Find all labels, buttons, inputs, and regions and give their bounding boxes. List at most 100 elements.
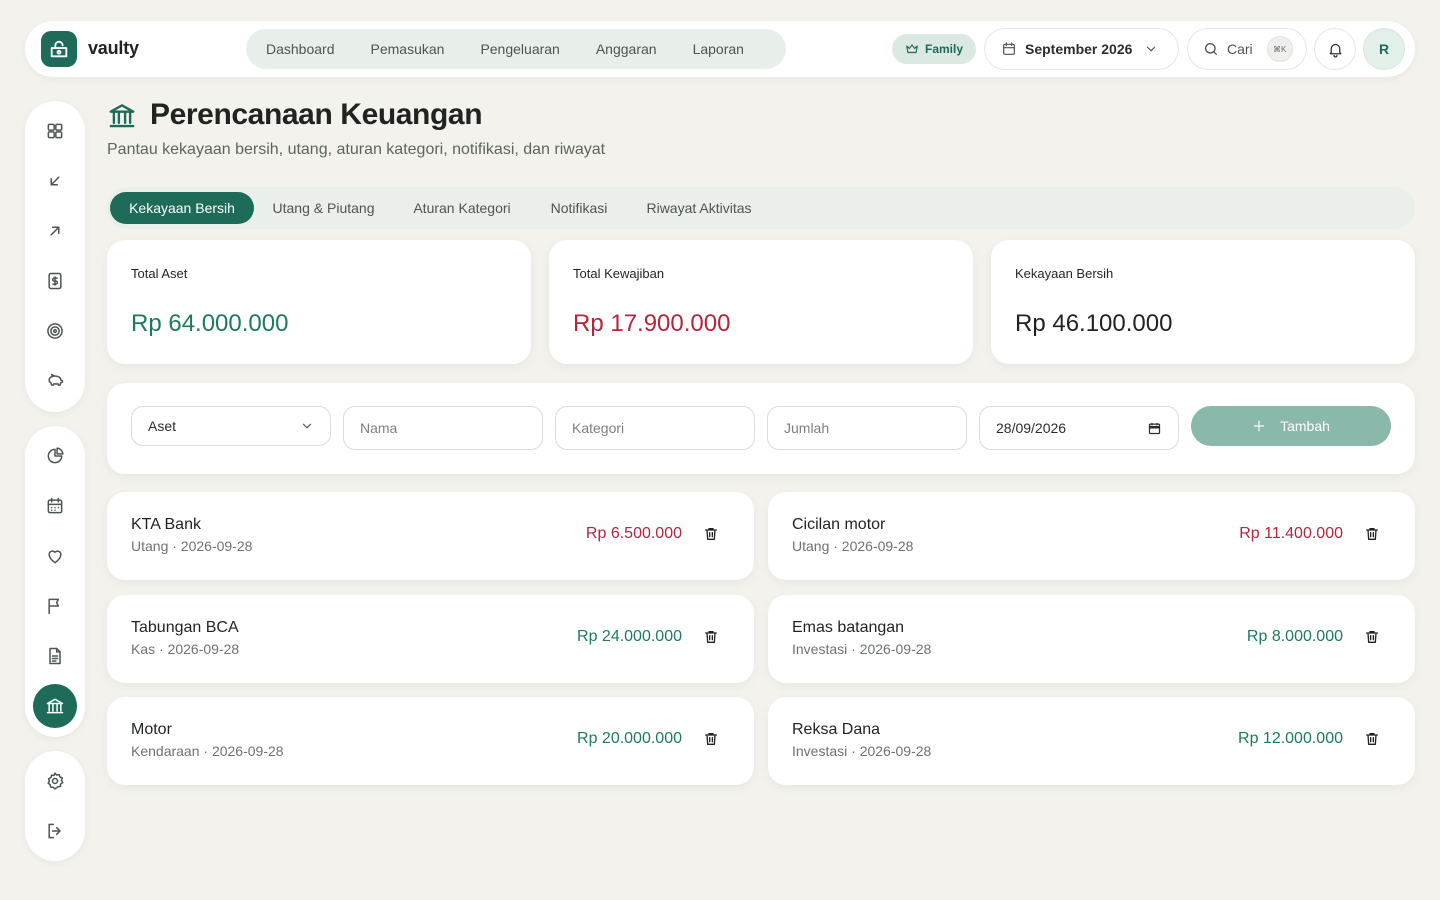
tab-net-worth[interactable]: Kekayaan Bersih	[110, 192, 254, 224]
item-meta: Utang · 2026-09-28	[131, 538, 253, 554]
grid-icon	[45, 121, 65, 141]
trash-icon[interactable]	[702, 525, 720, 543]
dollar-note-icon	[45, 271, 65, 291]
sidebar-item-transactions[interactable]	[33, 259, 77, 303]
summary-label: Total Kewajiban	[573, 266, 665, 281]
sidebar-item-dashboard[interactable]	[33, 109, 77, 153]
trash-icon[interactable]	[1363, 525, 1381, 543]
sidebar-item-reports[interactable]	[33, 434, 77, 478]
chevron-down-icon	[1144, 42, 1158, 56]
list-item: Cicilan motor Utang · 2026-09-28 Rp 11.4…	[768, 492, 1415, 580]
avatar[interactable]: R	[1363, 28, 1405, 70]
search-label: Cari	[1227, 41, 1253, 57]
sidebar-item-milestones[interactable]	[33, 584, 77, 628]
gear-icon	[45, 771, 65, 791]
piggy-bank-icon	[45, 371, 65, 391]
calendar-icon	[1001, 41, 1017, 57]
summary-value: Rp 64.000.000	[131, 310, 289, 337]
list-item: Tabungan BCA Kas · 2026-09-28 Rp 24.000.…	[107, 595, 754, 683]
item-name: Cicilan motor	[792, 516, 886, 533]
sidebar-item-wishlist[interactable]	[33, 534, 77, 578]
month-picker[interactable]: September 2026	[984, 28, 1179, 70]
type-select-value: Aset	[148, 418, 177, 434]
item-meta: Kendaraan · 2026-09-28	[131, 743, 284, 759]
search-button[interactable]: Cari ⌘K	[1187, 28, 1307, 70]
summary-card-liabilities: Total Kewajiban Rp 17.900.000	[549, 240, 973, 364]
document-icon	[45, 646, 65, 666]
trash-icon[interactable]	[1363, 730, 1381, 748]
list-item: Motor Kendaraan · 2026-09-28 Rp 20.000.0…	[107, 697, 754, 785]
summary-value: Rp 17.900.000	[573, 310, 731, 337]
logo-icon[interactable]	[41, 31, 77, 67]
trash-icon[interactable]	[702, 730, 720, 748]
summary-label: Kekayaan Bersih	[1015, 266, 1114, 281]
top-bar: vaulty Dashboard Pemasukan Pengeluaran A…	[25, 21, 1415, 77]
sidebar-group-account	[25, 751, 85, 861]
tab-debts[interactable]: Utang & Piutang	[257, 192, 390, 224]
crown-icon	[905, 42, 919, 56]
nav-item-anggaran[interactable]: Anggaran	[596, 41, 675, 57]
bell-icon	[1327, 41, 1344, 58]
category-input[interactable]	[555, 406, 755, 450]
sidebar-group-tools	[25, 426, 85, 737]
pie-chart-icon	[45, 446, 65, 466]
list-item: Emas batangan Investasi · 2026-09-28 Rp …	[768, 595, 1415, 683]
item-name: Tabungan BCA	[131, 619, 239, 636]
nav-item-pengeluaran[interactable]: Pengeluaran	[480, 41, 577, 57]
item-name: Motor	[131, 721, 172, 738]
type-select[interactable]: Aset	[131, 406, 331, 446]
trash-icon[interactable]	[1363, 628, 1381, 646]
tab-notifications[interactable]: Notifikasi	[534, 192, 624, 224]
sidebar-item-goals[interactable]	[33, 309, 77, 353]
month-label: September 2026	[1025, 41, 1133, 57]
summary-card-assets: Total Aset Rp 64.000.000	[107, 240, 531, 364]
date-input[interactable]: 28/09/2026	[979, 406, 1179, 450]
item-amount: Rp 11.400.000	[1239, 525, 1343, 542]
tab-category-rules[interactable]: Aturan Kategori	[397, 192, 527, 224]
item-meta: Investasi · 2026-09-28	[792, 743, 932, 759]
arrow-up-right-icon	[46, 222, 64, 240]
tab-activity-history[interactable]: Riwayat Aktivitas	[631, 192, 767, 224]
plan-badge[interactable]: Family	[892, 34, 976, 64]
flag-icon	[45, 596, 65, 616]
nav-item-pemasukan[interactable]: Pemasukan	[371, 41, 463, 57]
add-button-label: Tambah	[1280, 418, 1330, 434]
summary-card-net-worth: Kekayaan Bersih Rp 46.100.000	[991, 240, 1415, 364]
name-input[interactable]	[343, 406, 543, 450]
sidebar-item-expense[interactable]	[33, 209, 77, 253]
chevron-down-icon	[300, 419, 314, 433]
trash-icon[interactable]	[702, 628, 720, 646]
nav-item-laporan[interactable]: Laporan	[693, 41, 744, 57]
target-icon	[45, 321, 65, 341]
item-name: Emas batangan	[792, 619, 905, 636]
calendar-icon[interactable]	[1147, 421, 1162, 436]
calendar-icon	[45, 496, 65, 516]
sidebar-item-calendar[interactable]	[33, 484, 77, 528]
sidebar-item-logout[interactable]	[33, 809, 77, 853]
page-subtitle: Pantau kekayaan bersih, utang, aturan ka…	[107, 141, 606, 158]
heart-icon	[45, 546, 65, 566]
sidebar-item-planning[interactable]	[33, 684, 77, 728]
main-nav: Dashboard Pemasukan Pengeluaran Anggaran…	[246, 29, 786, 69]
notifications-button[interactable]	[1314, 28, 1356, 70]
sidebar-item-income[interactable]	[33, 159, 77, 203]
sidebar-item-settings[interactable]	[33, 759, 77, 803]
summary-value: Rp 46.100.000	[1015, 310, 1173, 337]
add-entry-form: Aset 28/09/2026 Tambah	[107, 383, 1415, 474]
add-button[interactable]: Tambah	[1191, 406, 1391, 446]
sidebar-group-main	[25, 101, 85, 412]
nav-item-dashboard[interactable]: Dashboard	[266, 41, 353, 57]
sidebar-item-documents[interactable]	[33, 634, 77, 678]
shortcut-hint: ⌘K	[1266, 36, 1293, 62]
plan-badge-label: Family	[924, 42, 963, 56]
amount-input[interactable]	[767, 406, 967, 450]
item-meta: Kas · 2026-09-28	[131, 641, 240, 657]
search-icon	[1203, 41, 1219, 57]
item-meta: Utang · 2026-09-28	[792, 538, 914, 554]
page-title: Perencanaan Keuangan	[150, 98, 483, 131]
arrow-down-left-icon	[46, 172, 64, 190]
date-value: 28/09/2026	[996, 420, 1067, 436]
item-amount: Rp 24.000.000	[577, 628, 682, 645]
list-item: KTA Bank Utang · 2026-09-28 Rp 6.500.000	[107, 492, 754, 580]
sidebar-item-savings[interactable]	[33, 359, 77, 403]
